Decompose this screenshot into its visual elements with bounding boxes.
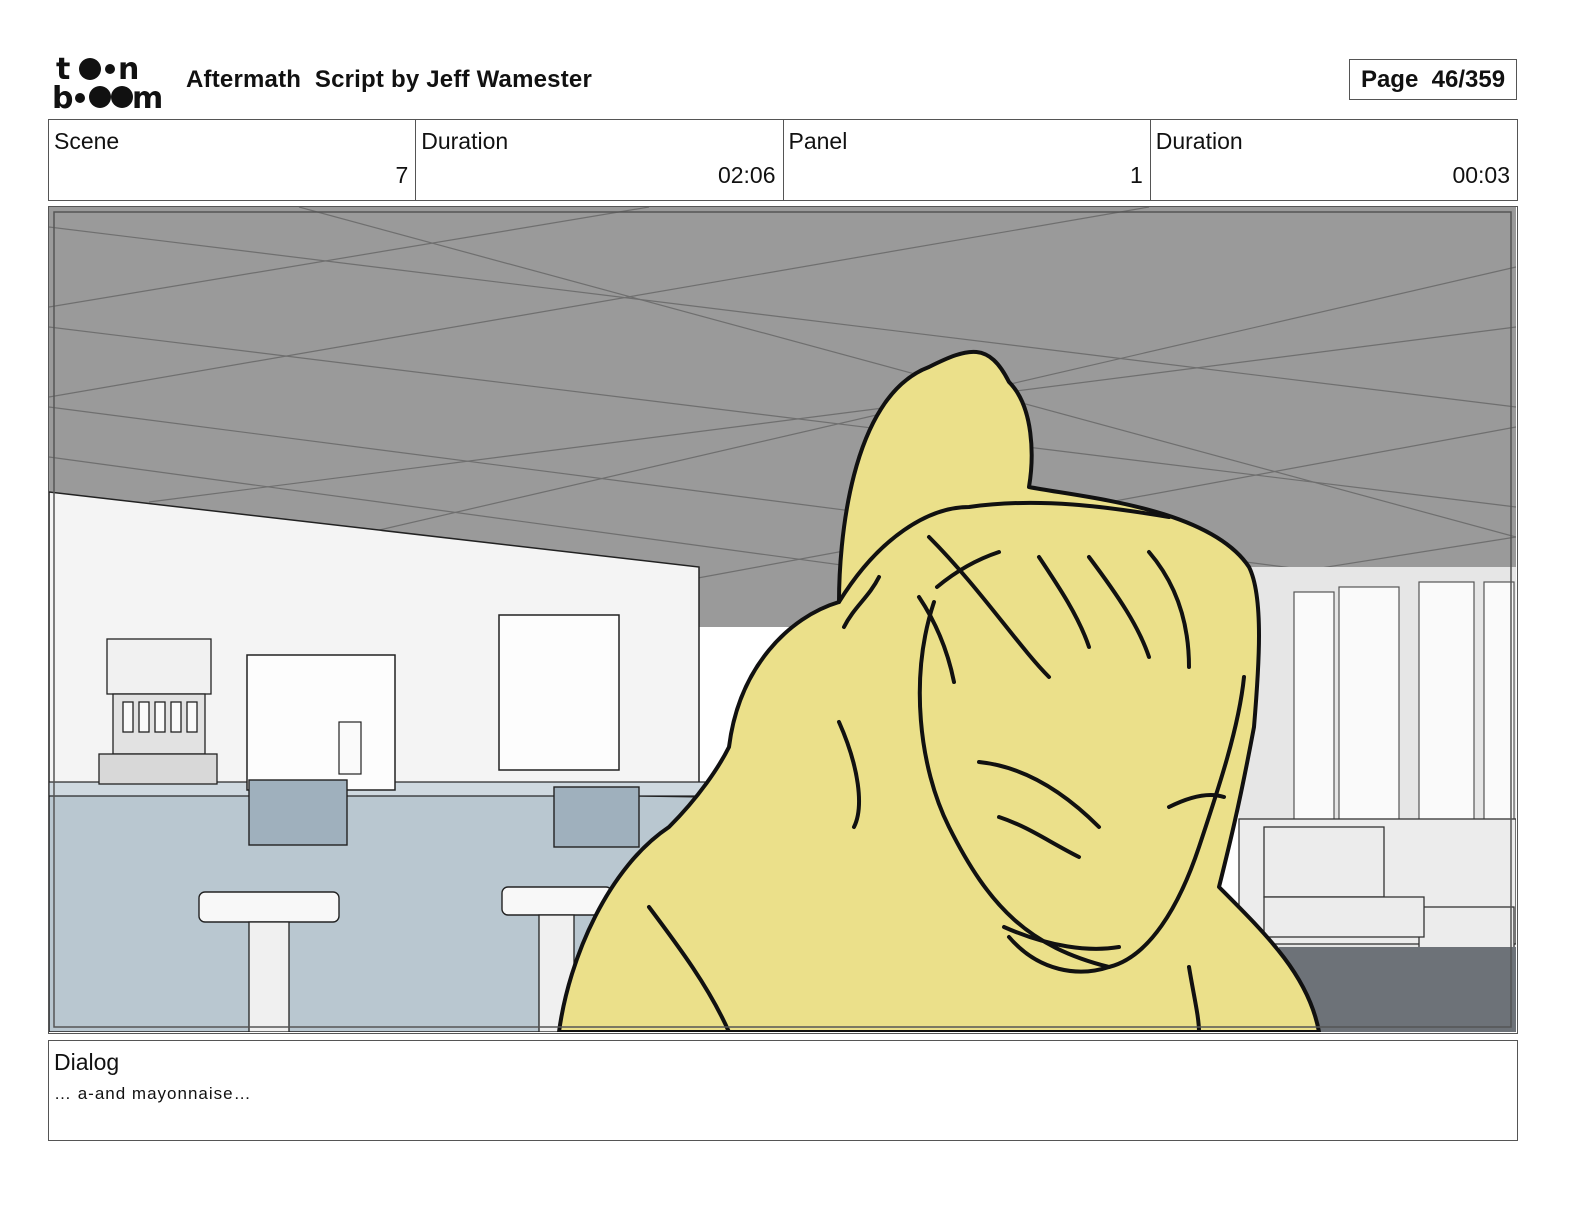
info-row: Scene 7 Duration 02:06 Panel 1 Duration … xyxy=(48,119,1518,201)
scene-duration-cell: Duration 02:06 xyxy=(416,120,784,200)
wall-window xyxy=(246,654,396,791)
panel-duration-cell: Duration 00:03 xyxy=(1151,120,1517,200)
panel-drawing xyxy=(49,207,1516,1032)
svg-text:m: m xyxy=(132,81,163,112)
panel-value: 1 xyxy=(1129,162,1143,188)
panel-duration-value: 00:03 xyxy=(1452,162,1510,188)
panel-duration-label: Duration xyxy=(1155,128,1243,154)
panel-cell: Panel 1 xyxy=(784,120,1151,200)
panel-label: Panel xyxy=(788,128,848,154)
scene-label: Scene xyxy=(54,128,120,154)
svg-text:b: b xyxy=(52,81,73,112)
storyboard-panel xyxy=(48,206,1518,1034)
soda-machine xyxy=(98,638,218,785)
scene-duration-label: Duration xyxy=(421,128,509,154)
document-title: Aftermath Script by Jeff Wamester xyxy=(186,66,593,93)
dialog-label: Dialog xyxy=(54,1049,120,1075)
toon-boom-logo: t n b m xyxy=(52,52,164,112)
scene-duration-value: 02:06 xyxy=(717,162,776,188)
dialog-box: Dialog … a-and mayonnaise… xyxy=(48,1040,1518,1141)
dialog-text: … a-and mayonnaise… xyxy=(54,1084,252,1103)
scene-value: 7 xyxy=(395,162,409,188)
wall-mirror xyxy=(498,614,620,771)
scene-cell: Scene 7 xyxy=(49,120,417,200)
page-number: Page 46/359 xyxy=(1349,59,1517,100)
